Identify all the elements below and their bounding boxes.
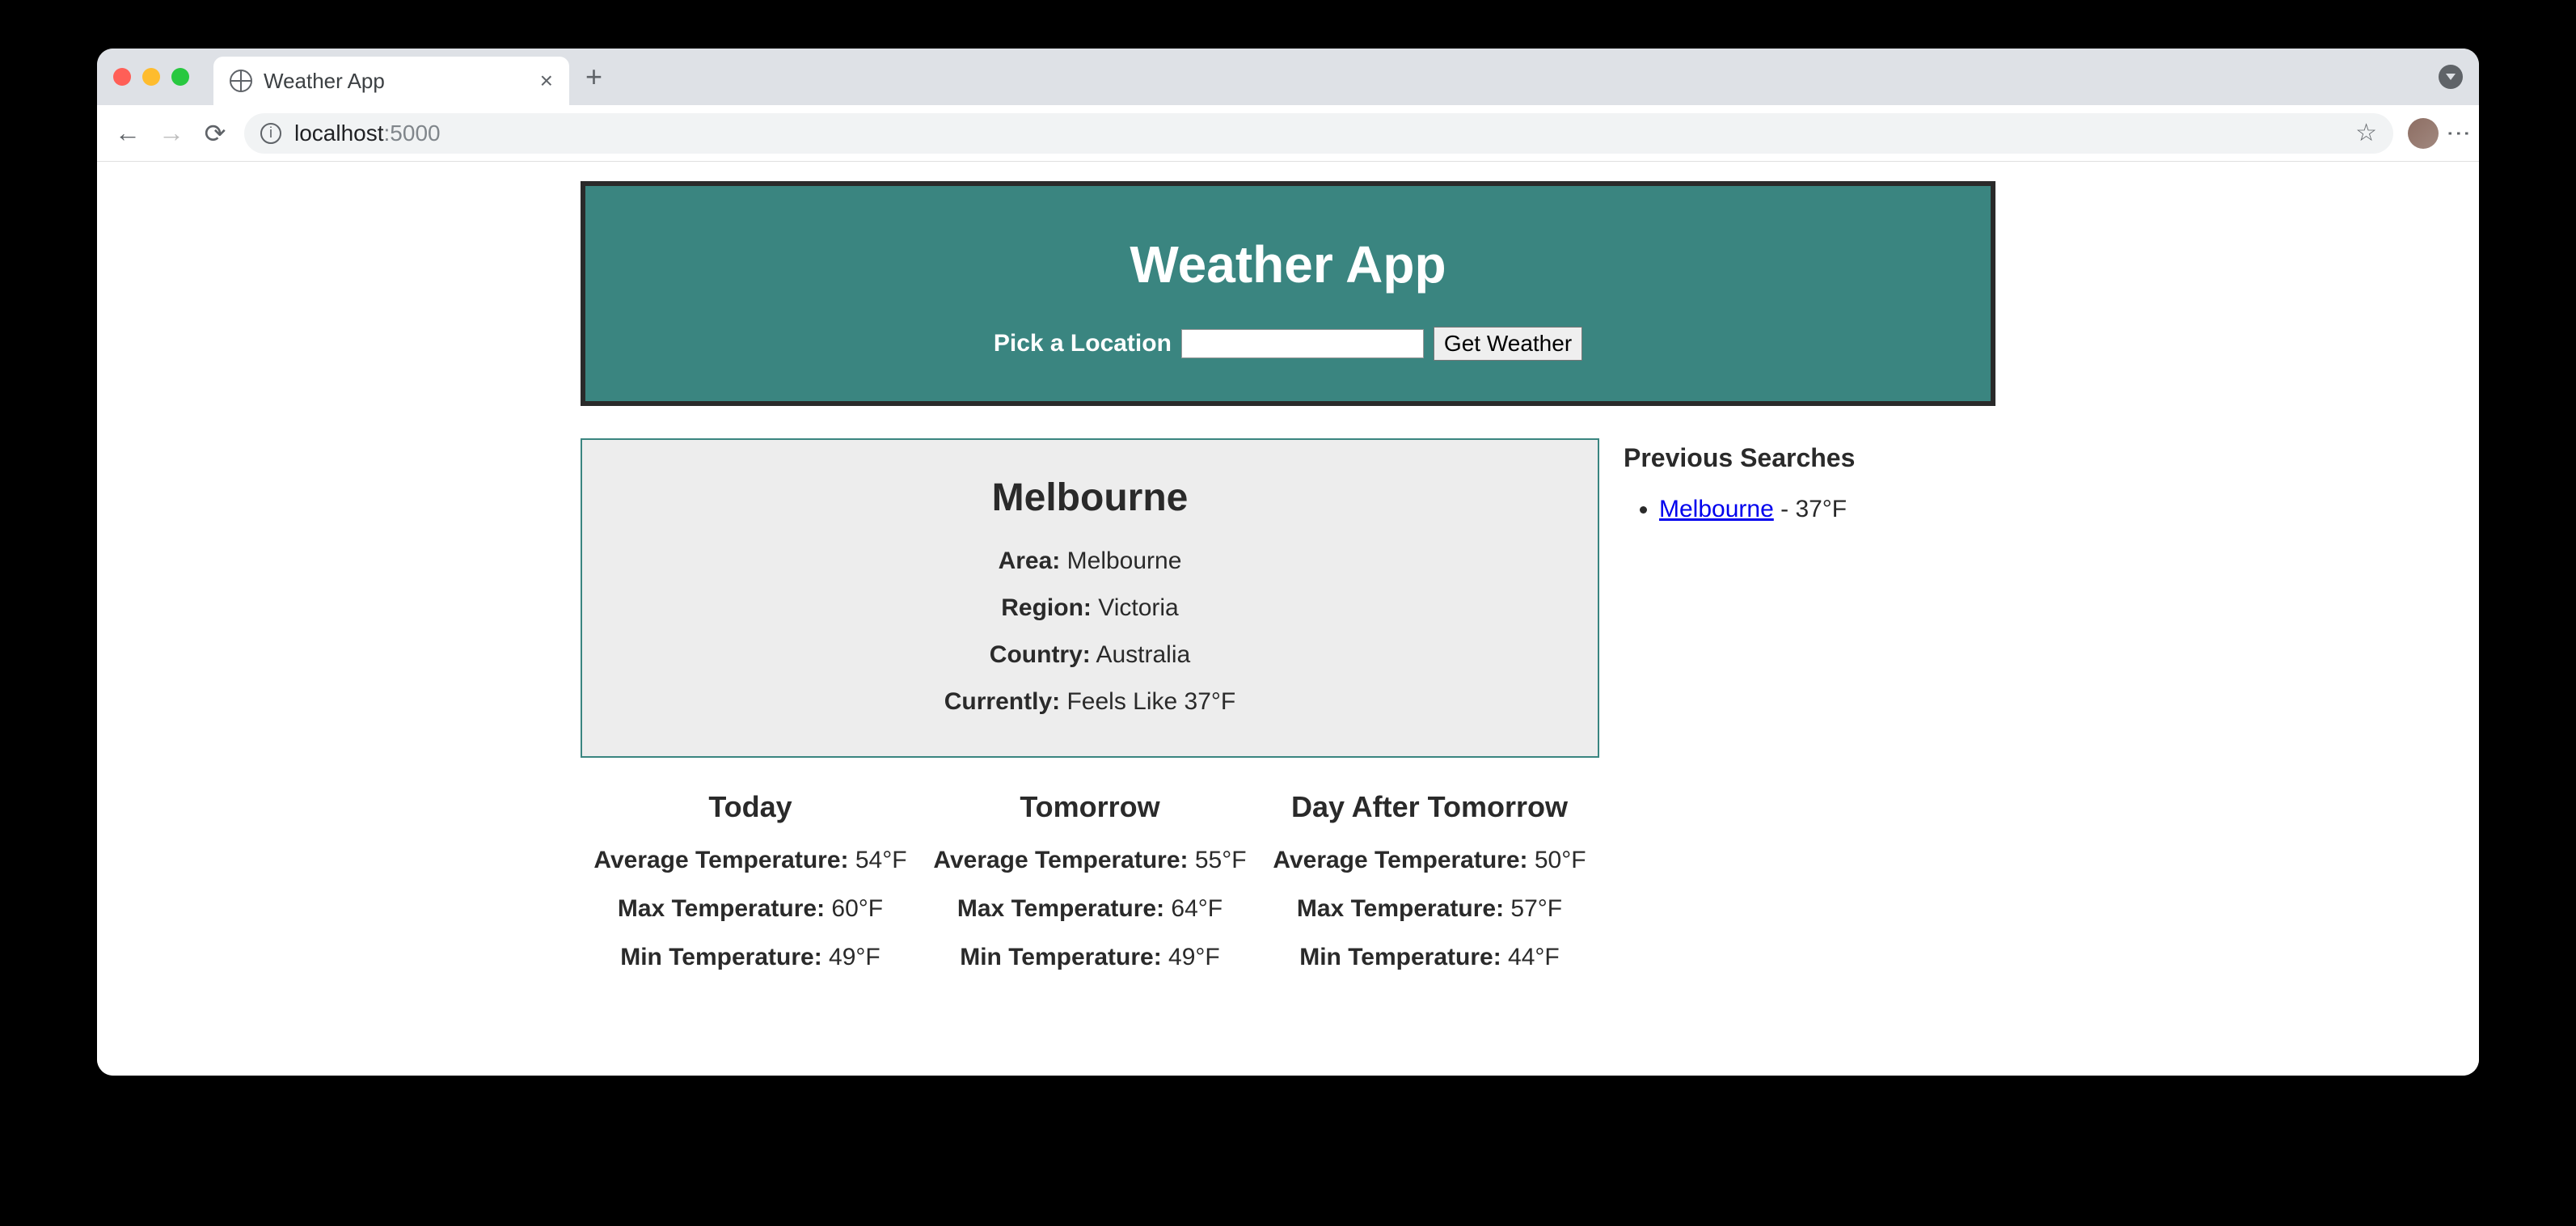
browser-window: Weather App × + ← → ⟳ i localhost:5000 ☆… — [97, 49, 2479, 1076]
min-temp-label: Min Temperature: — [960, 944, 1161, 970]
forecast-title: Today — [593, 790, 906, 824]
min-temp-value: 49°F — [1168, 944, 1220, 970]
back-button[interactable]: ← — [113, 119, 142, 148]
previous-search-temp: 37°F — [1795, 496, 1847, 522]
separator: - — [1774, 496, 1796, 522]
area-row: Area: Melbourne — [598, 547, 1581, 575]
forecast-today: Today Average Temperature: 54°F Max Temp… — [593, 790, 906, 992]
previous-searches-title: Previous Searches — [1624, 443, 1995, 473]
currently-label: Currently: — [944, 688, 1060, 715]
forward-button[interactable]: → — [157, 119, 186, 148]
city-name: Melbourne — [598, 476, 1581, 520]
browser-menu-button[interactable]: ⋮ — [2453, 121, 2463, 146]
forecast-day-after: Day After Tomorrow Average Temperature: … — [1273, 790, 1586, 992]
minimize-window-button[interactable] — [142, 68, 160, 86]
max-temp-value: 60°F — [831, 895, 883, 922]
country-row: Country: Australia — [598, 641, 1581, 669]
avg-temp-value: 55°F — [1195, 847, 1247, 873]
max-temp-label: Max Temperature: — [957, 895, 1164, 922]
previous-search-link[interactable]: Melbourne — [1659, 496, 1774, 522]
max-temp-label: Max Temperature: — [618, 895, 825, 922]
sidebar: Previous Searches Melbourne - 37°F — [1624, 438, 1995, 523]
country-value: Australia — [1096, 641, 1190, 668]
address-host: localhost — [294, 120, 384, 146]
region-value: Victoria — [1098, 594, 1179, 621]
max-temp-value: 57°F — [1510, 895, 1562, 922]
previous-searches-list: Melbourne - 37°F — [1624, 496, 1995, 523]
area-label: Area: — [999, 547, 1061, 574]
forecast-row: Today Average Temperature: 54°F Max Temp… — [581, 790, 1599, 992]
tab-title: Weather App — [264, 69, 385, 94]
search-label: Pick a Location — [994, 330, 1172, 357]
min-temp-value: 49°F — [829, 944, 880, 970]
browser-tab[interactable]: Weather App × — [213, 57, 569, 105]
new-tab-button[interactable]: + — [585, 60, 602, 94]
get-weather-button[interactable]: Get Weather — [1434, 327, 1582, 361]
avg-temp-label: Average Temperature: — [593, 847, 848, 873]
browser-tabstrip: Weather App × + — [97, 49, 2479, 105]
tabstrip-menu-button[interactable] — [2439, 65, 2463, 89]
profile-avatar[interactable] — [2408, 118, 2439, 149]
avg-temp-label: Average Temperature: — [933, 847, 1188, 873]
close-tab-button[interactable]: × — [540, 68, 553, 94]
close-window-button[interactable] — [113, 68, 131, 86]
area-value: Melbourne — [1067, 547, 1182, 574]
min-temp-label: Min Temperature: — [620, 944, 821, 970]
max-temp-value: 64°F — [1171, 895, 1223, 922]
browser-toolbar: ← → ⟳ i localhost:5000 ☆ ⋮ — [97, 105, 2479, 162]
region-label: Region: — [1001, 594, 1092, 621]
forecast-title: Tomorrow — [933, 790, 1246, 824]
window-controls — [113, 68, 189, 86]
search-form: Pick a Location Get Weather — [602, 327, 1974, 361]
forecast-tomorrow: Tomorrow Average Temperature: 55°F Max T… — [933, 790, 1246, 992]
min-temp-label: Min Temperature: — [1299, 944, 1501, 970]
main-column: Melbourne Area: Melbourne Region: Victor… — [581, 438, 1599, 992]
avg-temp-value: 50°F — [1535, 847, 1586, 873]
page-content: Weather App Pick a Location Get Weather … — [97, 162, 2479, 1076]
forecast-title: Day After Tomorrow — [1273, 790, 1586, 824]
address-bar[interactable]: i localhost:5000 ☆ — [244, 113, 2393, 154]
avg-temp-label: Average Temperature: — [1273, 847, 1527, 873]
page-title: Weather App — [602, 235, 1974, 294]
content-row: Melbourne Area: Melbourne Region: Victor… — [581, 438, 1995, 992]
currently-value: Feels Like 37°F — [1066, 688, 1235, 715]
previous-search-item: Melbourne - 37°F — [1659, 496, 1995, 523]
site-info-icon[interactable]: i — [260, 123, 281, 144]
min-temp-value: 44°F — [1508, 944, 1560, 970]
currently-row: Currently: Feels Like 37°F — [598, 688, 1581, 716]
avg-temp-value: 54°F — [855, 847, 907, 873]
max-temp-label: Max Temperature: — [1297, 895, 1504, 922]
reload-button[interactable]: ⟳ — [201, 119, 230, 148]
address-path: :5000 — [384, 120, 441, 146]
maximize-window-button[interactable] — [171, 68, 189, 86]
country-label: Country: — [990, 641, 1091, 668]
bookmark-icon[interactable]: ☆ — [2355, 119, 2377, 147]
weather-card: Melbourne Area: Melbourne Region: Victor… — [581, 438, 1599, 758]
globe-icon — [230, 70, 252, 92]
location-input[interactable] — [1181, 329, 1424, 358]
hero-banner: Weather App Pick a Location Get Weather — [581, 181, 1995, 406]
region-row: Region: Victoria — [598, 594, 1581, 622]
